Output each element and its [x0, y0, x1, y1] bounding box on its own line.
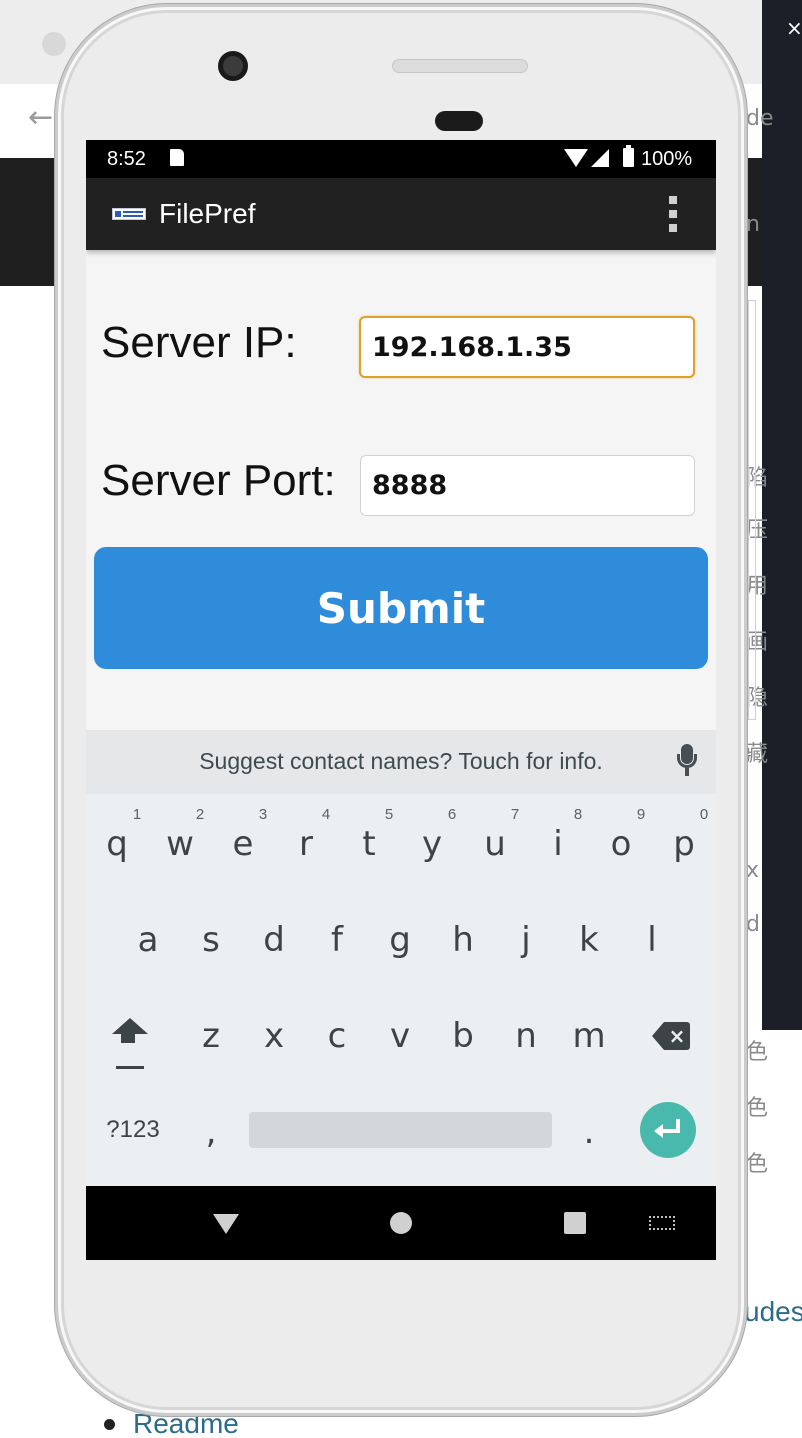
suggestion-text[interactable]: Suggest contact names? Touch for info.	[86, 748, 716, 775]
signal-icon	[591, 149, 609, 167]
background-text-fragment: d	[746, 912, 760, 937]
key-period[interactable]: .	[559, 1102, 619, 1162]
key-u[interactable]: u	[465, 814, 525, 874]
key-h[interactable]: h	[433, 910, 493, 970]
key-i[interactable]: i	[528, 814, 588, 874]
nav-recents-icon[interactable]	[564, 1212, 586, 1234]
key-l[interactable]: l	[622, 910, 682, 970]
key-n[interactable]: n	[496, 1006, 556, 1066]
app-title: FilePref	[159, 198, 256, 229]
spacebar[interactable]	[249, 1112, 552, 1148]
background-text-fragment: n	[746, 212, 760, 237]
key-k[interactable]: k	[559, 910, 619, 970]
background-text-fragment: 藏	[746, 742, 769, 767]
front-camera-icon	[218, 51, 248, 81]
key-j[interactable]: j	[496, 910, 556, 970]
key-g[interactable]: g	[370, 910, 430, 970]
key-m[interactable]: m	[559, 1006, 619, 1066]
key-z[interactable]: z	[181, 1006, 241, 1066]
server-port-input[interactable]	[360, 455, 695, 516]
battery-icon	[623, 145, 634, 167]
server-port-label: Server Port:	[101, 456, 336, 505]
key-s[interactable]: s	[181, 910, 241, 970]
key-t[interactable]: t	[339, 814, 399, 874]
earpiece-speaker	[392, 59, 528, 73]
app-bar: FilePref	[86, 178, 716, 250]
nav-home-icon[interactable]	[390, 1212, 412, 1234]
key-y[interactable]: y	[402, 814, 462, 874]
status-time: 8:52	[107, 148, 146, 170]
browser-window-dot	[42, 32, 66, 56]
enter-key[interactable]	[640, 1102, 696, 1158]
device-screen: 8:52 100% FilePref Server IP: Server Por…	[86, 140, 716, 1260]
navigation-bar	[86, 1186, 716, 1260]
background-scrollbar[interactable]	[748, 300, 756, 720]
background-link-fragment[interactable]: udes	[744, 1296, 802, 1328]
status-bar: 8:52 100%	[86, 140, 716, 178]
nav-back-icon[interactable]	[213, 1214, 239, 1234]
key-r[interactable]: r	[276, 814, 336, 874]
key-b[interactable]: b	[433, 1006, 493, 1066]
proximity-sensor	[435, 111, 483, 131]
key-v[interactable]: v	[370, 1006, 430, 1066]
wifi-icon	[564, 149, 588, 167]
sd-card-icon	[170, 149, 184, 166]
symbols-key[interactable]: ?123	[100, 1116, 166, 1146]
key-d[interactable]: d	[244, 910, 304, 970]
bullet-icon	[104, 1418, 115, 1430]
key-e[interactable]: e	[213, 814, 273, 874]
backspace-icon[interactable]: ×	[652, 1022, 692, 1050]
key-c[interactable]: c	[307, 1006, 367, 1066]
enter-icon	[654, 1117, 682, 1141]
server-ip-label: Server IP:	[101, 318, 297, 367]
key-comma[interactable]: ,	[181, 1102, 241, 1162]
background-text-fragment: de	[746, 106, 774, 131]
key-f[interactable]: f	[307, 910, 367, 970]
key-w[interactable]: w	[150, 814, 210, 874]
close-icon[interactable]: ×	[786, 16, 802, 40]
submit-button[interactable]: Submit	[94, 547, 708, 669]
background-text-fragment: 色	[746, 1152, 769, 1177]
microphone-icon[interactable]	[676, 744, 698, 780]
battery-percent: 100%	[641, 148, 693, 170]
app-logo-icon	[112, 208, 146, 220]
server-ip-input[interactable]	[359, 316, 695, 378]
key-q[interactable]: q	[87, 814, 147, 874]
background-text-fragment: 色	[746, 1040, 769, 1065]
key-p[interactable]: p	[654, 814, 714, 874]
key-o[interactable]: o	[591, 814, 651, 874]
keyboard-switch-icon[interactable]	[649, 1216, 675, 1230]
overflow-menu-icon[interactable]	[660, 196, 686, 232]
background-text-fragment: 色	[746, 1096, 769, 1121]
key-x[interactable]: x	[244, 1006, 304, 1066]
browser-back-icon[interactable]: ←	[28, 100, 53, 135]
key-a[interactable]: a	[118, 910, 178, 970]
background-text-fragment: x	[746, 858, 760, 883]
shift-icon[interactable]	[110, 1018, 150, 1070]
suggestion-bar[interactable]: Suggest contact names? Touch for info.	[86, 730, 716, 794]
